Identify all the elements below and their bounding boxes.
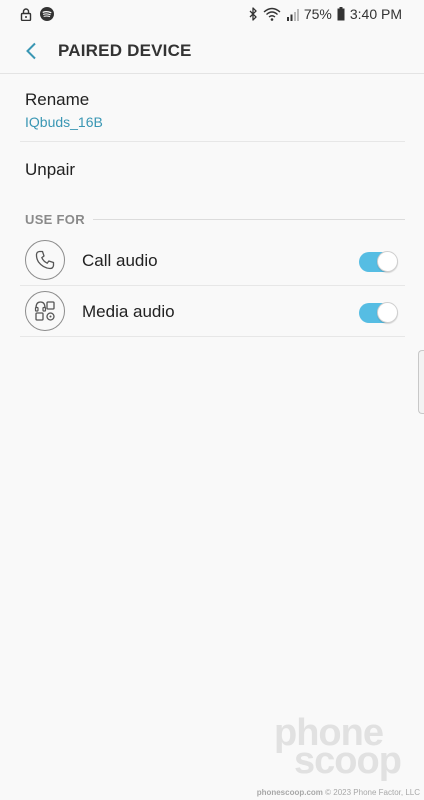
media-audio-icon [25, 291, 65, 331]
device-name-value: IQbuds_16B [25, 114, 103, 130]
status-bar-left [20, 7, 54, 21]
app-bar: PAIRED DEVICE [0, 28, 424, 74]
edge-panel-handle[interactable] [418, 350, 424, 414]
cell-signal-icon [286, 8, 299, 21]
watermark-footer: phonescoop.com © 2023 Phone Factor, LLC [218, 788, 424, 797]
watermark-site: phonescoop.com [256, 788, 323, 797]
media-audio-row[interactable]: Media audio [20, 287, 405, 337]
status-bar-right: 75% 3:40 PM [248, 6, 402, 22]
page-title: PAIRED DEVICE [58, 40, 192, 60]
spotify-icon [40, 7, 54, 21]
call-audio-label: Call audio [82, 251, 158, 270]
media-audio-switch[interactable] [359, 302, 398, 323]
lock-icon [20, 7, 32, 21]
phone-icon [25, 240, 65, 280]
battery-icon [337, 7, 345, 21]
call-audio-row[interactable]: Call audio [20, 236, 405, 286]
section-divider [92, 218, 405, 220]
rename-row[interactable]: Rename IQbuds_16B [20, 76, 405, 142]
clock: 3:40 PM [349, 6, 402, 22]
watermark-copyright: © 2023 Phone Factor, LLC [325, 788, 420, 797]
unpair-row[interactable]: Unpair [20, 144, 405, 196]
media-audio-label: Media audio [82, 302, 175, 321]
back-button[interactable] [14, 34, 48, 68]
watermark-line2: scoop [294, 740, 402, 782]
rename-label: Rename [25, 90, 90, 109]
switch-thumb [377, 251, 398, 272]
call-audio-switch[interactable] [359, 251, 398, 272]
battery-percent: 75% [303, 6, 332, 22]
use-for-header: USE FOR [25, 210, 405, 228]
wifi-icon [263, 7, 281, 21]
unpair-label: Unpair [25, 160, 76, 179]
phonescoop-watermark-logo: phone scoop [272, 712, 422, 782]
bluetooth-icon [248, 7, 258, 21]
switch-thumb [377, 302, 398, 323]
status-bar: 75% 3:40 PM [0, 0, 424, 28]
section-header-label: USE FOR [25, 211, 85, 227]
chevron-left-icon [25, 42, 37, 60]
